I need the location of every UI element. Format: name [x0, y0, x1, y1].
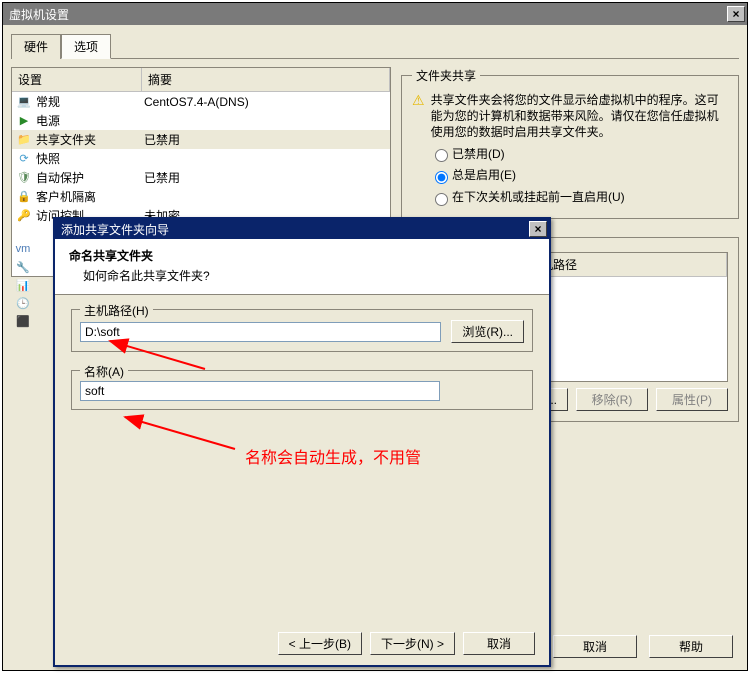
monitor-icon: 💻	[16, 94, 32, 110]
row-name: 客户机隔离	[36, 188, 144, 205]
tab-hardware[interactable]: 硬件	[11, 34, 61, 59]
radio-until[interactable]: 在下次关机或挂起前一直启用(U)	[430, 188, 728, 206]
list-item[interactable]: 💻 常规 CentOS7.4-A(DNS)	[12, 92, 390, 111]
wizard-subheading: 如何命名此共享文件夹?	[83, 267, 535, 284]
back-button[interactable]: < 上一步(B)	[278, 632, 362, 655]
host-path-label: 主机路径(H)	[80, 302, 153, 319]
list-item[interactable]: 🔒 客户机隔离	[12, 187, 390, 206]
radio-label: 在下次关机或挂起前一直启用(U)	[452, 190, 625, 204]
properties-button: 属性(P)	[656, 388, 728, 411]
lock-icon: 🔒	[16, 189, 32, 205]
row-name: 常规	[36, 93, 144, 110]
row-name: 自动保护	[36, 169, 144, 186]
browse-button[interactable]: 浏览(R)...	[451, 320, 524, 343]
close-icon[interactable]: ×	[727, 6, 745, 22]
key-icon: 🔑	[16, 208, 32, 224]
warning-text: 共享文件夹会将您的文件显示给虚拟机中的程序。这可能为您的计算机和数据带来风险。请…	[431, 92, 728, 141]
share-legend: 文件夹共享	[412, 67, 480, 84]
wizard-dialog: 添加共享文件夹向导 × 命名共享文件夹 如何命名此共享文件夹? 主机路径(H) …	[53, 217, 551, 667]
row-summary: CentOS7.4-A(DNS)	[144, 95, 388, 109]
warning-row: ⚠ 共享文件夹会将您的文件显示给虚拟机中的程序。这可能为您的计算机和数据带来风险…	[412, 92, 728, 141]
list-item[interactable]: 📁 共享文件夹 已禁用	[12, 130, 390, 149]
warning-icon: ⚠	[412, 92, 425, 108]
tabs: 硬件 选项	[3, 25, 747, 58]
wizard-cancel-button[interactable]: 取消	[463, 632, 535, 655]
share-group: 文件夹共享 ⚠ 共享文件夹会将您的文件显示给虚拟机中的程序。这可能为您的计算机和…	[401, 67, 739, 219]
list-item[interactable]: 🛡 自动保护 已禁用	[12, 168, 390, 187]
wizard-title: 添加共享文件夹向导	[61, 221, 169, 238]
shield-icon: 🛡	[16, 170, 32, 186]
col-summary: 摘要	[142, 68, 390, 91]
list-item[interactable]: ▶ 电源	[12, 111, 390, 130]
radio-disabled-input[interactable]	[435, 149, 448, 162]
folder-icon: 📁	[16, 132, 32, 148]
snapshot-icon: ⟳	[16, 151, 32, 167]
row-name: 共享文件夹	[36, 131, 144, 148]
row-summary: 已禁用	[144, 131, 388, 148]
hidden-list-icons: vm 🔧 📊 🕒 ⬛	[11, 241, 39, 331]
cancel-button[interactable]: 取消	[553, 635, 637, 658]
row-name: 快照	[36, 150, 144, 167]
radio-label: 总是启用(E)	[452, 168, 516, 182]
radio-until-input[interactable]	[435, 193, 448, 206]
help-button[interactable]: 帮助	[649, 635, 733, 658]
close-icon[interactable]: ×	[529, 221, 547, 237]
col-setting: 设置	[12, 68, 142, 91]
stub-icon: 🕒	[15, 295, 31, 311]
host-path-input[interactable]	[80, 322, 441, 342]
wizard-header: 命名共享文件夹 如何命名此共享文件夹?	[55, 239, 549, 295]
wizard-body: 主机路径(H) 浏览(R)... 名称(A)	[55, 295, 549, 442]
next-button[interactable]: 下一步(N) >	[370, 632, 455, 655]
stub-icon: 🔧	[15, 259, 31, 275]
row-name: 电源	[36, 112, 144, 129]
wizard-buttons: < 上一步(B) 下一步(N) > 取消	[278, 632, 535, 655]
titlebar: 虚拟机设置 ×	[3, 3, 747, 25]
dialog-buttons: 取消 帮助	[553, 635, 733, 658]
stub-icon: vm	[15, 241, 31, 257]
host-path-group: 主机路径(H) 浏览(R)...	[71, 309, 533, 352]
wizard-titlebar: 添加共享文件夹向导 ×	[55, 219, 549, 239]
list-item[interactable]: ⟳ 快照	[12, 149, 390, 168]
name-input[interactable]	[80, 381, 440, 401]
stub-icon: 📊	[15, 277, 31, 293]
annotation-text: 名称会自动生成，不用管	[245, 444, 421, 468]
power-icon: ▶	[16, 113, 32, 129]
radio-disabled[interactable]: 已禁用(D)	[430, 145, 728, 163]
name-label: 名称(A)	[80, 363, 128, 380]
window-title: 虚拟机设置	[9, 6, 69, 23]
stub-icon: ⬛	[15, 313, 31, 329]
remove-button: 移除(R)	[576, 388, 648, 411]
radio-label: 已禁用(D)	[452, 147, 505, 161]
settings-window: 虚拟机设置 × 硬件 选项 设置 摘要 💻 常规 CentOS7.4-A(DNS…	[2, 2, 748, 671]
radio-always[interactable]: 总是启用(E)	[430, 166, 728, 184]
name-group: 名称(A)	[71, 370, 533, 410]
radio-always-input[interactable]	[435, 171, 448, 184]
wizard-heading: 命名共享文件夹	[69, 247, 535, 264]
list-header: 设置 摘要	[12, 68, 390, 92]
fcol-path: 主机路径	[523, 253, 727, 276]
tab-options[interactable]: 选项	[61, 34, 111, 59]
row-summary: 已禁用	[144, 169, 388, 186]
